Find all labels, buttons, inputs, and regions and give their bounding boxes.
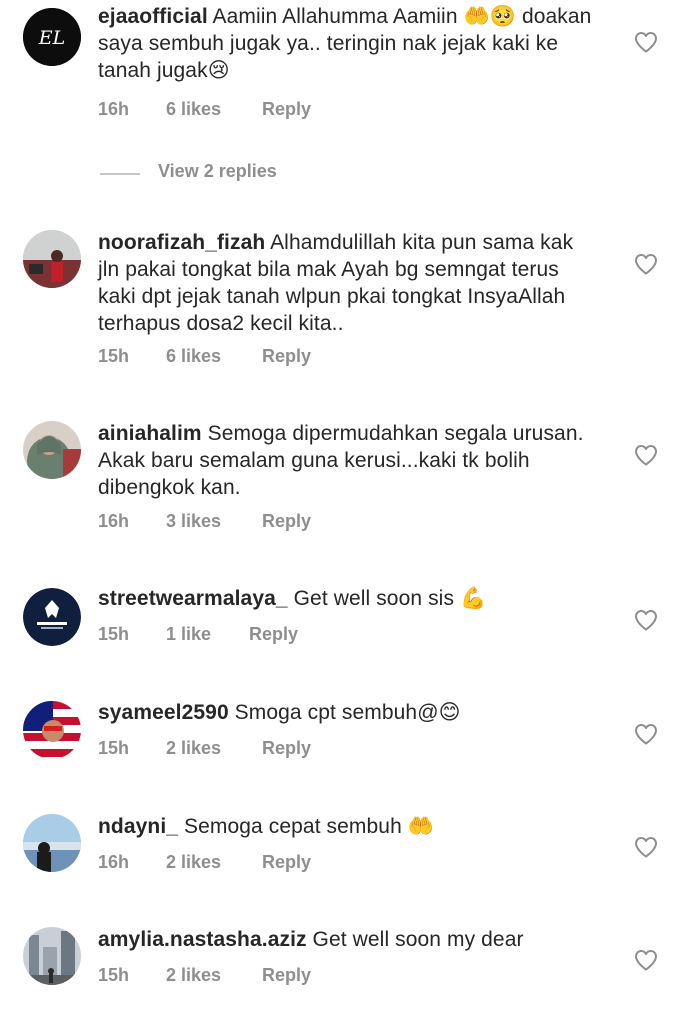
avatar[interactable] bbox=[23, 814, 81, 872]
avatar-image bbox=[23, 701, 81, 759]
view-replies-label: View 2 replies bbox=[158, 161, 277, 181]
avatar-image bbox=[23, 230, 81, 288]
comment-body: Get well soon sis 💪 bbox=[293, 587, 487, 610]
avatar[interactable] bbox=[23, 230, 81, 288]
comment-likes[interactable]: 2 likes bbox=[166, 738, 257, 759]
view-replies-divider bbox=[100, 173, 140, 175]
like-heart-icon[interactable] bbox=[634, 836, 658, 858]
like-heart-icon[interactable] bbox=[634, 253, 658, 275]
avatar-image bbox=[23, 927, 81, 985]
comment-username[interactable]: syameel2590 bbox=[98, 701, 229, 724]
avatar[interactable] bbox=[23, 927, 81, 985]
comment-text-block: streetwearmalaya_ Get well soon sis 💪 bbox=[98, 585, 598, 612]
comment-body: Smoga cpt sembuh@😊 bbox=[234, 701, 461, 724]
comment-time: 15h bbox=[98, 624, 130, 644]
comment-body: Get well soon my dear bbox=[312, 928, 524, 951]
comment-text-block: noorafizah_fizah Alhamdulillah kita pun … bbox=[98, 229, 598, 337]
comment-text-block: amylia.nastasha.aziz Get well soon my de… bbox=[98, 926, 598, 953]
avatar-image bbox=[23, 421, 81, 479]
comment-time: 16h bbox=[98, 511, 130, 531]
comment-username[interactable]: amylia.nastasha.aziz bbox=[98, 928, 307, 951]
comment-time: 15h bbox=[98, 346, 130, 366]
comment-time: 15h bbox=[98, 965, 130, 985]
comment-username[interactable]: ndayni_ bbox=[98, 815, 178, 838]
comment-text-block: ainiahalim Semoga dipermudahkan segala u… bbox=[98, 420, 598, 501]
comment-meta: 16h 6 likes Reply bbox=[98, 99, 311, 120]
comment-body: Semoga cepat sembuh 🤲 bbox=[184, 815, 435, 838]
like-heart-icon[interactable] bbox=[634, 31, 658, 53]
like-heart-icon[interactable] bbox=[634, 444, 658, 466]
like-heart-icon[interactable] bbox=[634, 609, 658, 631]
avatar-image: EL bbox=[23, 8, 81, 66]
comment-likes[interactable]: 6 likes bbox=[166, 346, 257, 367]
reply-button[interactable]: Reply bbox=[262, 511, 311, 532]
avatar[interactable] bbox=[23, 588, 81, 646]
comment-text-block: ndayni_ Semoga cepat sembuh 🤲 bbox=[98, 813, 598, 840]
comment-likes[interactable]: 2 likes bbox=[166, 852, 257, 873]
comment-username[interactable]: ainiahalim bbox=[98, 422, 202, 445]
comment-username[interactable]: ejaaofficial bbox=[98, 5, 208, 28]
comment-meta: 15h 2 likes Reply bbox=[98, 965, 311, 986]
comment-time: 16h bbox=[98, 99, 130, 119]
comment-text-block: syameel2590 Smoga cpt sembuh@😊 bbox=[98, 699, 598, 726]
comment-likes[interactable]: 3 likes bbox=[166, 511, 257, 532]
comment-meta: 15h 6 likes Reply bbox=[98, 346, 311, 367]
comment-text-block: ejaaofficial Aamiin Allahumma Aamiin 🤲🥺 … bbox=[98, 3, 598, 84]
comment-username[interactable]: noorafizah_fizah bbox=[98, 231, 265, 254]
reply-button[interactable]: Reply bbox=[262, 99, 311, 120]
avatar[interactable]: EL bbox=[23, 8, 81, 66]
reply-button[interactable]: Reply bbox=[262, 965, 311, 986]
comment-username[interactable]: streetwearmalaya_ bbox=[98, 587, 288, 610]
comment-time: 16h bbox=[98, 852, 130, 872]
avatar[interactable] bbox=[23, 421, 81, 479]
avatar-image bbox=[23, 814, 81, 872]
avatar[interactable] bbox=[23, 701, 81, 759]
reply-button[interactable]: Reply bbox=[262, 738, 311, 759]
comment-meta: 16h 3 likes Reply bbox=[98, 511, 311, 532]
comment-meta: 16h 2 likes Reply bbox=[98, 852, 311, 873]
comment-likes[interactable]: 2 likes bbox=[166, 965, 257, 986]
like-heart-icon[interactable] bbox=[634, 723, 658, 745]
reply-button[interactable]: Reply bbox=[262, 852, 311, 873]
comment-time: 15h bbox=[98, 738, 130, 758]
like-heart-icon[interactable] bbox=[634, 949, 658, 971]
avatar-logo-text: EL bbox=[38, 27, 66, 49]
comment-likes[interactable]: 1 like bbox=[166, 624, 244, 645]
comment-meta: 15h 2 likes Reply bbox=[98, 738, 311, 759]
reply-button[interactable]: Reply bbox=[262, 346, 311, 367]
comment-likes[interactable]: 6 likes bbox=[166, 99, 257, 120]
avatar-image bbox=[23, 588, 81, 646]
reply-button[interactable]: Reply bbox=[249, 624, 298, 645]
comment-meta: 15h 1 like Reply bbox=[98, 624, 298, 645]
